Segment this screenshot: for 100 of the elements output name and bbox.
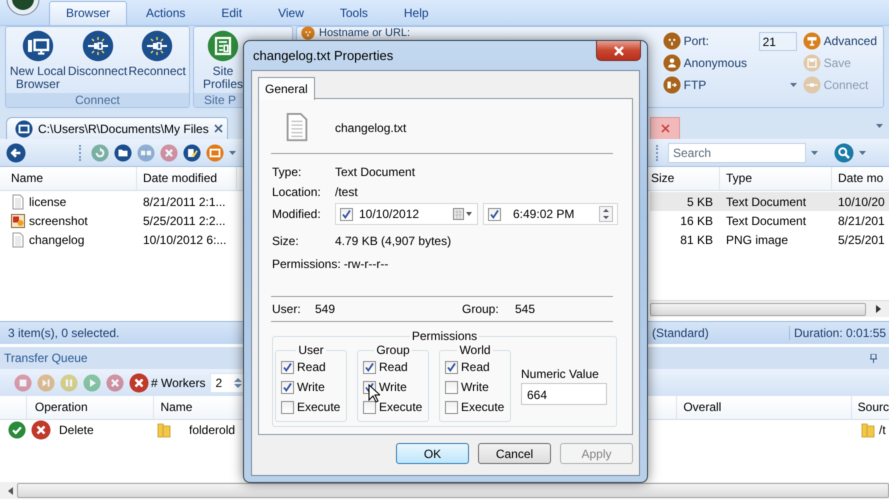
scroll-right-icon[interactable] (876, 305, 881, 313)
dropdown-caret-icon[interactable] (229, 150, 236, 154)
file-row[interactable]: 16 KB Text Document 8/21/201 (650, 211, 889, 230)
checkbox[interactable] (488, 208, 501, 220)
column-header[interactable]: Date mo (832, 167, 889, 190)
group-title: Connect (6, 93, 189, 107)
permissions-icon[interactable] (183, 144, 201, 162)
menu-tab[interactable]: Actions (129, 1, 202, 25)
checkbox-label[interactable]: Execute (297, 400, 340, 414)
field-label: Permissions: (272, 257, 342, 271)
tab[interactable]: General (258, 77, 315, 100)
checkbox[interactable] (363, 400, 376, 414)
new-folder-icon[interactable] (114, 144, 132, 162)
checkbox-label[interactable]: Read (461, 360, 490, 374)
checkbox-label[interactable]: Read (379, 360, 408, 374)
scroll-left-icon[interactable] (8, 486, 13, 494)
column-header[interactable]: Operation (26, 396, 154, 419)
computer-icon (15, 120, 33, 138)
column-header[interactable]: Overall (677, 396, 852, 419)
checkbox-label[interactable]: Write (297, 380, 325, 394)
monitor-icon (22, 30, 54, 62)
dropdown-caret-icon[interactable] (790, 83, 797, 87)
delete-icon[interactable] (160, 144, 178, 162)
folder-tab[interactable] (650, 117, 680, 139)
checkbox[interactable] (445, 400, 458, 414)
column-header[interactable]: Date modified (137, 167, 237, 190)
pin-icon[interactable] (870, 354, 877, 362)
scrollbar-thumb[interactable] (17, 483, 889, 498)
checkbox[interactable] (445, 360, 458, 374)
checkbox[interactable] (340, 208, 353, 220)
menu-tab[interactable]: Help (386, 1, 446, 25)
field-value: -rw-r--r-- (344, 257, 388, 271)
checkbox-label[interactable]: Read (297, 360, 326, 374)
field-value: /test (335, 185, 358, 199)
time-field[interactable]: 6:49:02 PM (483, 203, 618, 225)
ribbon-button[interactable]: Reconnect (127, 30, 188, 93)
column-header[interactable]: Name (0, 167, 137, 190)
ribbon-button[interactable]: New Local Browser (8, 30, 68, 93)
table-cell-text: 5 KB (686, 194, 714, 208)
status-text: 3 item(s), 0 selected. (8, 326, 120, 340)
file-name[interactable]: license (29, 194, 66, 208)
menu-tab[interactable]: View (261, 1, 321, 25)
protocol-label[interactable]: FTP (684, 78, 706, 92)
rename-icon[interactable] (137, 144, 155, 162)
ribbon-button[interactable]: Site Profiles (202, 30, 244, 93)
table-cell-text: 81 KB (679, 232, 714, 246)
checkbox[interactable] (363, 360, 376, 374)
column-header[interactable]: Sourc (852, 396, 889, 419)
port-field[interactable]: 21 (758, 32, 797, 50)
checkbox[interactable] (281, 380, 294, 394)
menu-tab[interactable]: Tools (322, 1, 385, 25)
file-name: changelog.txt (335, 121, 406, 135)
save-icon (802, 54, 821, 72)
spinner-arrows-icon[interactable] (599, 206, 613, 222)
dropdown-caret-icon[interactable] (859, 150, 866, 154)
field-label: Numeric Value (521, 367, 600, 381)
ribbon-button[interactable]: Disconnect (68, 30, 128, 93)
file-name[interactable]: changelog (29, 232, 84, 246)
group-title: Group (375, 343, 411, 357)
back-icon[interactable] (6, 142, 26, 162)
checkbox-label[interactable]: Execute (379, 400, 422, 414)
field-value: Text Document (335, 165, 416, 179)
checkbox-label[interactable]: Execute (461, 400, 504, 414)
dropdown-caret-icon[interactable] (811, 150, 818, 154)
checkbox-label[interactable]: Write (461, 380, 489, 394)
column-header[interactable]: Size (650, 167, 720, 190)
close-button[interactable] (596, 41, 641, 61)
close-icon[interactable] (660, 124, 670, 133)
menu-tab[interactable]: Browser (49, 1, 128, 25)
numeric-value-field[interactable]: 664 (521, 383, 607, 405)
calendar-icon[interactable] (453, 208, 473, 220)
checkbox[interactable] (445, 380, 458, 394)
dialog-button[interactable]: OK (396, 443, 469, 464)
fit-icon[interactable] (206, 144, 224, 162)
tab-menu-icon[interactable] (876, 124, 883, 128)
menu-tab[interactable]: Edit (204, 1, 260, 25)
field-value: 549 (315, 302, 336, 316)
table-cell-text: PNG image (725, 232, 790, 246)
checkbox[interactable] (281, 360, 294, 374)
file-row[interactable]: 81 KB PNG image 5/25/201 (650, 230, 889, 249)
cancel-all-icon[interactable] (129, 372, 149, 392)
column-header[interactable]: Type (720, 167, 832, 190)
done-icon (8, 421, 26, 439)
cancel-icon[interactable] (106, 374, 124, 392)
folder-tab[interactable]: C:\Users\R\Documents\My Files (6, 117, 228, 139)
search-field[interactable]: Search (668, 142, 806, 162)
advanced-button[interactable]: Advanced (802, 32, 877, 50)
close-icon[interactable] (214, 124, 223, 133)
checkbox[interactable] (281, 400, 294, 414)
ftp-icon (662, 76, 681, 94)
file-name[interactable]: screenshot (29, 214, 88, 228)
dialog-button[interactable]: Cancel (478, 443, 551, 464)
search-icon[interactable] (834, 142, 854, 162)
refresh-icon[interactable] (91, 144, 109, 162)
scrollbar-thumb[interactable] (650, 302, 866, 316)
checkbox-label[interactable]: Anonymous (684, 56, 747, 70)
file-row[interactable]: 5 KB Text Document 10/10/20 (650, 192, 889, 211)
checkbox-label[interactable]: Write (379, 380, 407, 394)
connect-icon (802, 76, 821, 94)
date-field[interactable]: 10/10/2012 (335, 203, 478, 225)
